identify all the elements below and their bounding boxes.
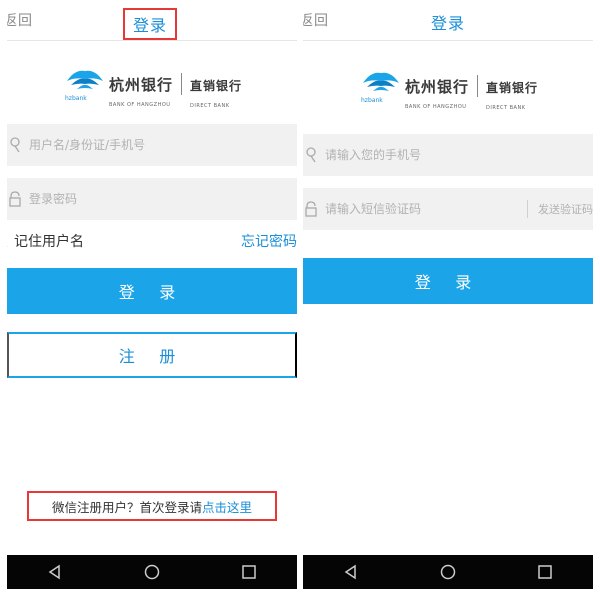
bank-name-en: BANK OF HANGZHOU [405,103,467,110]
back-button[interactable]: 返回 [7,10,33,30]
bank-abbr: hzbank [65,95,87,102]
bank-name: 杭州银行 [405,77,470,96]
header: 返回 登录 [303,0,593,41]
back-triangle-icon[interactable] [35,555,75,589]
checkbox-icon [7,235,12,247]
lock-icon [7,191,25,207]
back-triangle-icon[interactable] [331,555,371,589]
wechat-click-here-link[interactable]: 点击这里 [202,497,252,516]
bank-abbr: hzbank [361,97,383,104]
recent-square-icon[interactable] [525,555,565,589]
sms-code-field[interactable]: 发送验证码 [303,187,593,231]
login-screen-sms: 返回 登录 hzbank 杭州银行 BANK OF HANGZHOU 直销银行 … [303,0,593,600]
bank-logo: hzbank 杭州银行 BANK OF HANGZHOU 直销银行 DIRECT… [361,66,539,111]
shield-icon [303,201,321,217]
direct-bank-label: 直销银行 [190,78,243,93]
sms-code-input[interactable] [321,187,527,231]
bank-name-en: BANK OF HANGZHOU [109,101,171,108]
phone-number-field[interactable] [303,133,593,177]
recent-square-icon[interactable] [229,555,269,589]
direct-bank-label: 直销银行 [486,80,539,95]
header: 返回 登录 [7,0,297,41]
remember-row: 记住用户名 忘记密码 [7,230,297,252]
username-field[interactable] [7,123,297,167]
logo-divider [181,73,183,95]
sms-divider [527,200,528,218]
direct-bank-en: DIRECT BANK [190,102,230,109]
bank-emblem-icon: hzbank [65,67,105,102]
android-nav-bar [303,555,593,589]
password-field[interactable] [7,177,297,221]
page-title: 登录 [431,14,466,33]
wechat-user-notice: 微信注册用户？首次登录请 点击这里 [27,491,277,521]
wechat-notice-text: 微信注册用户？首次登录请 [51,499,202,515]
remember-username-label: 记住用户名 [14,234,84,250]
login-button[interactable]: 登 录 [303,258,593,304]
register-button[interactable]: 注 册 [7,332,297,378]
home-circle-icon[interactable] [132,555,172,589]
page-title: 登录 [123,8,178,40]
android-nav-bar [7,555,297,589]
screenshot-canvas: 返回 登录 hzbank 杭州银行 BANK OF HANGZHOU 直销银行 … [0,0,600,600]
username-input[interactable] [25,123,297,167]
password-input[interactable] [25,177,297,221]
bank-emblem-icon: hzbank [361,69,401,104]
login-button[interactable]: 登 录 [7,268,297,314]
home-circle-icon[interactable] [428,555,468,589]
bank-logo: hzbank 杭州银行 BANK OF HANGZHOU 直销银行 DIRECT… [65,64,243,109]
bank-name: 杭州银行 [109,75,174,94]
direct-bank-en: DIRECT BANK [486,104,526,111]
forgot-password-link[interactable]: 忘记密码 [241,231,297,251]
user-icon [7,137,25,153]
login-screen-password: 返回 登录 hzbank 杭州银行 BANK OF HANGZHOU 直销银行 … [7,0,297,600]
logo-divider [477,75,479,97]
send-code-button[interactable]: 发送验证码 [538,201,593,217]
remember-username-checkbox[interactable]: 记住用户名 [7,231,84,251]
phone-number-input[interactable] [321,133,593,177]
phone-icon [303,147,321,163]
back-button[interactable]: 返回 [303,10,329,30]
